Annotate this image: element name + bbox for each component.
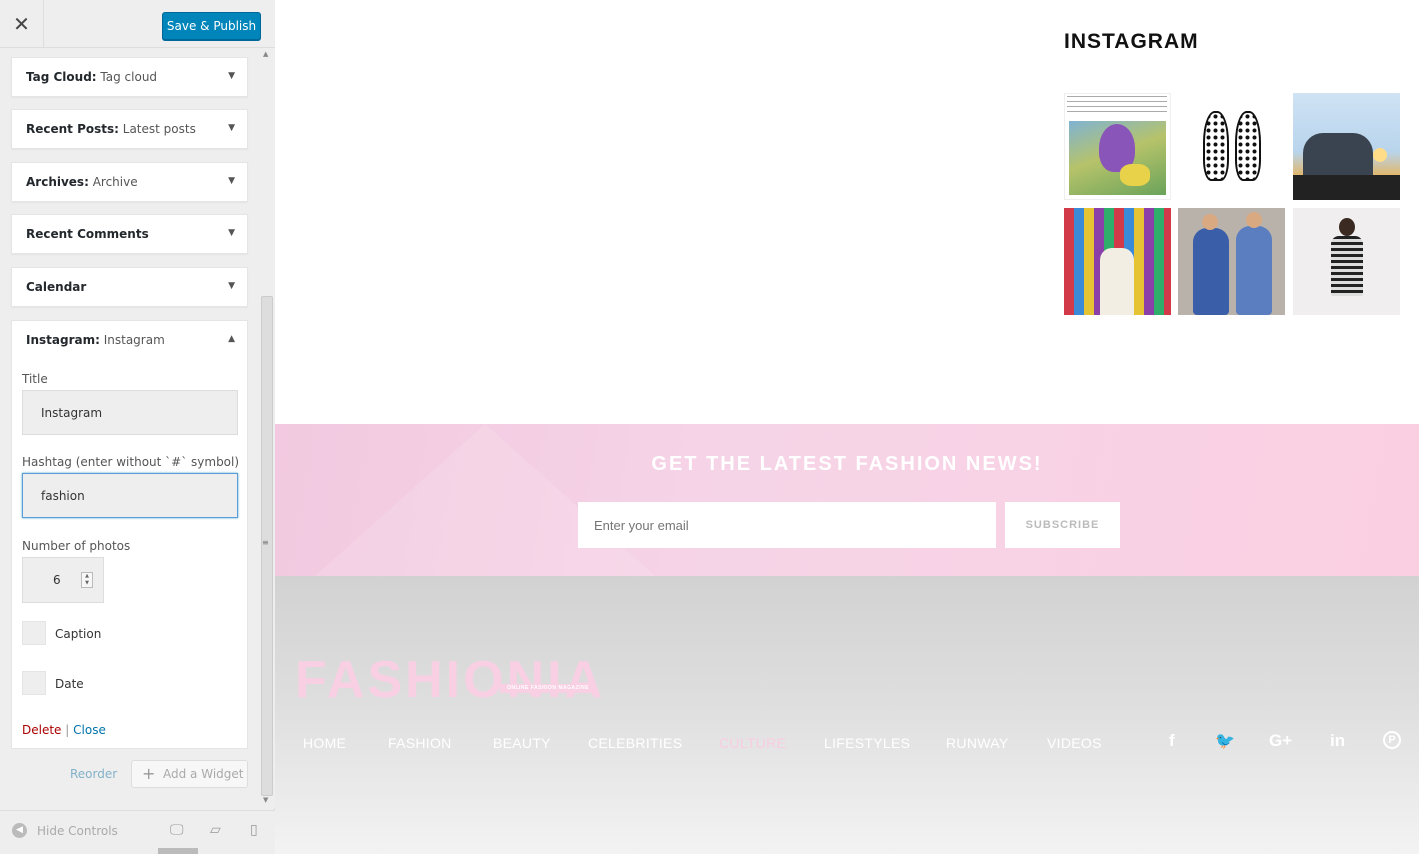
chevron-down-icon: ▼ [228,176,235,186]
linkedin-icon[interactable]: in [1330,731,1345,751]
nav-lifestyles[interactable]: LIFESTYLES [824,735,910,751]
instagram-thumbnail[interactable] [1064,208,1171,315]
hashtag-label: Hashtag (enter without `#` symbol) [22,455,240,469]
delete-link[interactable]: Delete [22,723,61,737]
widget-recent-comments[interactable]: Recent Comments ▼ [11,214,248,254]
number-of-photos-input[interactable]: 6 ▲ ▼ [22,557,104,603]
widget-title: Archives: Archive [26,175,138,189]
widget-archives[interactable]: Archives: Archive ▼ [11,162,248,202]
nav-culture[interactable]: CULTURE [719,735,786,751]
tablet-icon[interactable]: ▱ [210,822,221,838]
widget-subtitle: Archive [88,175,138,189]
customizer-sidebar: ✕ Save & Publish ▲ ≡ ▼ Tag Cloud: Tag cl… [0,0,275,854]
scroll-down-icon[interactable]: ▼ [263,796,268,804]
pinterest-icon[interactable]: P [1383,731,1401,749]
widget-title: Instagram: Instagram [26,333,165,347]
widget-name: Tag Cloud: [26,70,97,84]
widget-recent-posts[interactable]: Recent Posts: Latest posts ▼ [11,109,248,149]
newsletter-title: GET THE LATEST FASHION NEWS! [651,453,1043,475]
widget-title: Recent Comments [26,227,149,241]
hide-controls-button[interactable]: Hide Controls [37,824,118,838]
chevron-up-icon: ▲ [228,334,235,344]
site-logo[interactable]: FASHIONIA [295,654,605,706]
widget-name: Archives: [26,175,89,189]
nav-beauty[interactable]: BEAUTY [493,735,551,751]
grip-icon: ≡ [262,538,269,547]
widget-name: Calendar [26,280,87,294]
site-footer: FASHIONIA ONLINE FASHION MAGAZINE HOME F… [275,576,1419,854]
instagram-thumbnail[interactable] [1293,93,1400,200]
google-plus-icon[interactable]: G+ [1269,731,1292,751]
widget-title: Calendar [26,280,86,294]
instagram-thumbnail[interactable] [1178,93,1285,200]
date-label: Date [55,677,84,691]
photos-label: Number of photos [22,539,131,553]
customizer-header: ✕ Save & Publish [0,0,275,48]
nav-home[interactable]: HOME [303,735,346,751]
email-input[interactable] [578,502,996,548]
newsletter-section: GET THE LATEST FASHION NEWS! SUBSCRIBE [275,424,1419,576]
chevron-down-icon: ▼ [228,71,235,81]
widget-subtitle: Latest posts [118,122,196,136]
customizer-footer: ◀ Hide Controls 🖵 ▱ ▯ [0,810,275,854]
site-preview: INSTAGRAM GET THE LATEST FASHION NEWS! S… [275,0,1419,854]
chevron-down-icon: ▼ [228,281,235,291]
desktop-icon[interactable]: 🖵 [170,822,184,838]
instagram-thumbnail[interactable] [1064,93,1171,200]
number-of-photos-value: 6 [53,573,61,587]
widget-actions: Delete | Close [22,723,106,737]
instagram-thumbnail[interactable] [1178,208,1285,315]
title-input[interactable] [22,390,238,435]
widget-name: Instagram: [26,333,100,347]
reorder-link[interactable]: Reorder [70,767,117,781]
nav-videos[interactable]: VIDEOS [1047,735,1102,751]
arrow-left-icon[interactable]: ◀ [12,823,27,838]
site-tagline: ONLINE FASHION MAGAZINE [500,684,596,693]
widget-calendar[interactable]: Calendar ▼ [11,267,248,307]
mobile-icon[interactable]: ▯ [250,822,258,838]
chevron-down-icon: ▼ [228,123,235,133]
add-widget-button[interactable]: + Add a Widget [131,760,248,788]
instagram-thumbnail[interactable] [1293,208,1400,315]
scroll-up-icon[interactable]: ▲ [263,50,268,58]
separator: | [65,723,70,737]
nav-celebrities[interactable]: CELEBRITIES [588,735,682,751]
widget-tag-cloud[interactable]: Tag Cloud: Tag cloud ▼ [11,57,248,97]
close-icon[interactable]: ✕ [0,0,44,48]
widget-title: Tag Cloud: Tag cloud [26,70,157,84]
twitter-icon[interactable]: 🐦 [1215,731,1235,751]
nav-fashion[interactable]: FASHION [388,735,452,751]
nav-runway[interactable]: RUNWAY [946,735,1008,751]
add-widget-label: Add a Widget [163,767,244,781]
widget-subtitle: Tag cloud [96,70,158,84]
subscribe-button[interactable]: SUBSCRIBE [1005,502,1120,548]
instagram-heading: INSTAGRAM [1064,30,1199,53]
hashtag-input[interactable] [22,473,238,518]
number-spinner[interactable]: ▲ ▼ [81,572,93,588]
caption-label: Caption [55,627,102,641]
plus-icon: + [142,764,156,783]
scrollbar[interactable]: ▲ ≡ ▼ [259,48,275,808]
widget-name: Recent Comments [26,227,149,241]
facebook-icon[interactable]: f [1169,731,1175,751]
widget-instagram-header[interactable]: Instagram: Instagram ▲ [12,321,247,361]
date-checkbox[interactable] [22,671,46,695]
decorative-triangle [315,424,655,576]
title-label: Title [22,372,48,386]
active-device-indicator [158,848,198,854]
widget-name: Recent Posts: [26,122,119,136]
save-publish-button[interactable]: Save & Publish [162,12,261,40]
close-link[interactable]: Close [73,723,106,737]
caption-checkbox[interactable] [22,621,46,645]
chevron-down-icon: ▼ [228,228,235,238]
widget-subtitle: Instagram [99,333,165,347]
widget-title: Recent Posts: Latest posts [26,122,196,136]
widget-instagram: Instagram: Instagram ▲ Title Hashtag (en… [11,320,248,749]
